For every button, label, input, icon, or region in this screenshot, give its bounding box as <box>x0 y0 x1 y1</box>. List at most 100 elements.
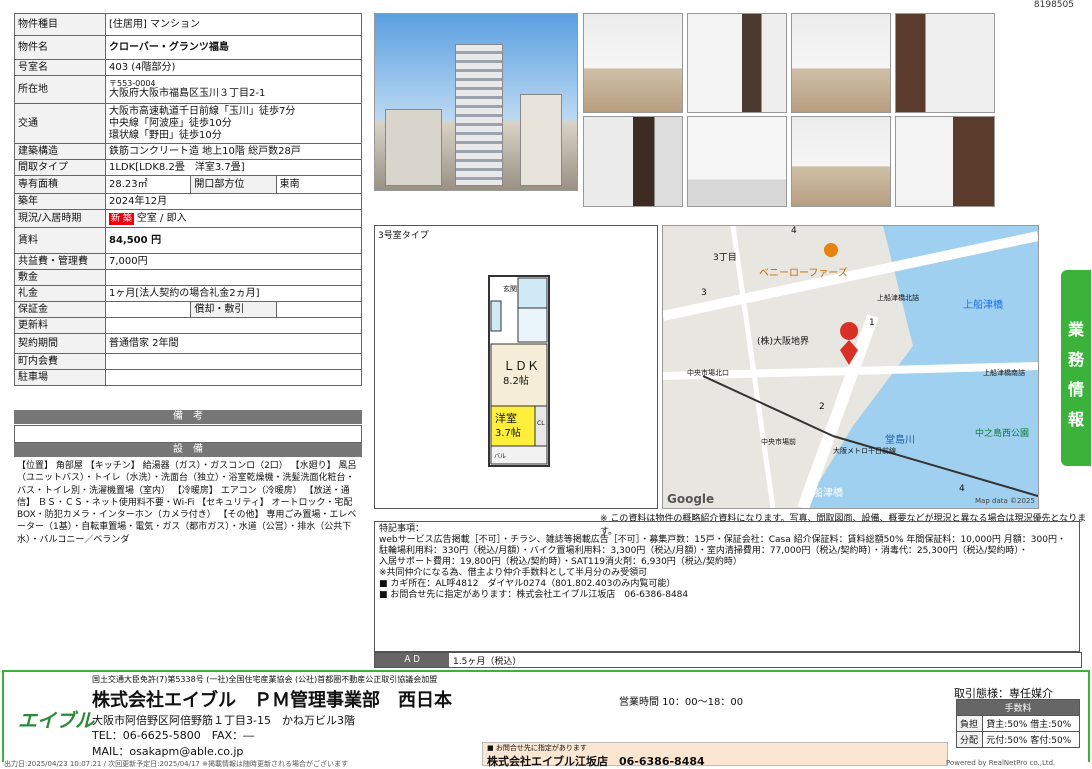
company-phone: TEL：06-6625-5800 FAX：― <box>92 729 255 742</box>
remarks-box <box>14 425 362 443</box>
contract-label: 契約期間 <box>14 333 106 354</box>
special-remarks: 特記事項： webサービス広告掲載［不可］・チラシ、雑誌等掲載広告［不可］・募集… <box>374 521 1080 652</box>
remarks-line: ■ お問合せ先に指定があります：株式会社エイブル江坂店 06-6386-8484 <box>379 590 689 600</box>
direction-value: 東南 <box>275 175 363 194</box>
amortization-value <box>275 301 363 318</box>
fee-label: 共益費・管理費 <box>14 253 106 270</box>
fee-row-value: 貸主:50% 借主:50% <box>982 715 1080 732</box>
type-value: [住居用] マンション <box>105 13 362 36</box>
room-value: 403 (4階部分) <box>105 59 362 76</box>
property-name: クローバー・グランツ福島 <box>105 35 362 60</box>
remarks-line: ■ カギ所在：AL呼4812 ダイヤル0274（801.802.403のみ内覧可… <box>379 579 676 589</box>
layout-value: 1LDK[LDK8.2畳 洋室3.7畳] <box>105 159 362 176</box>
area-value: 28.23㎡ <box>104 175 192 194</box>
room-photo <box>687 13 787 113</box>
transit-cell: 大阪市高速軌道千日前線「玉川」徒歩7分 中央線「阿波座」徒歩10分 環状線「野田… <box>105 103 362 144</box>
contact-box: ■ お問合せ先に指定があります 株式会社エイブル江坂店 06-6386-8484 <box>482 742 948 768</box>
association-fee-value <box>105 353 362 370</box>
fee-title: 手数料 <box>956 699 1080 716</box>
transit-line: 中央線「阿波座」徒歩10分 <box>109 117 232 129</box>
room-label: 号室名 <box>14 59 106 76</box>
closet-label: CL <box>537 420 545 427</box>
key-money-value: 1ヶ月[法人契約の場合礼金2ヵ月] <box>105 285 362 302</box>
transit-line: 大阪市高速軌道千日前線「玉川」徒歩7分 <box>109 105 296 117</box>
tab-char: 報 <box>1067 410 1084 429</box>
association-fee-label: 町内会費 <box>14 353 106 370</box>
map-block-number: 1 <box>869 318 875 328</box>
license-text: 国土交通大臣免許(7)第5338号 (一社)全国住宅産業協会 (公社)首都圏不動… <box>92 675 438 684</box>
genkan-label: 玄関 <box>503 285 517 293</box>
status-cell: 新 築空室 / 即入 <box>105 209 362 228</box>
floorplan-panel: 3号室タイプ 玄関 ＬＤＫ 8.2帖 洋室 3.7帖 CL バル <box>374 225 658 509</box>
remarks-line: webサービス広告掲載［不可］・チラシ、雑誌等掲載広告［不可］・募集戸数：15戸… <box>379 535 1066 545</box>
address-cell: 〒553-0004 大阪府大阪市福島区玉川３丁目2-1 <box>105 75 362 104</box>
rent-label: 賃料 <box>14 227 106 254</box>
parking-value <box>105 369 362 386</box>
google-logo: Google <box>667 492 715 506</box>
renewal-value <box>105 317 362 334</box>
toilet-washroom <box>517 307 548 343</box>
business-info-tab[interactable]: 業 務 情 報 <box>1061 270 1091 466</box>
layout-label: 間取タイプ <box>14 159 106 176</box>
map-label: ベニーローファーズ <box>759 268 848 279</box>
fee-value: 7,000円 <box>105 253 362 270</box>
neighbor-building <box>385 109 442 186</box>
ldk-size: 8.2帖 <box>503 376 529 387</box>
parking-label: 駐車場 <box>14 369 106 386</box>
kitchen-counter <box>490 300 502 332</box>
ad-label: ＡＤ <box>375 653 449 667</box>
built-label: 築年 <box>14 193 106 210</box>
room-photo <box>791 116 891 207</box>
map-label: 船津橋 <box>813 488 843 499</box>
built-value: 2024年12月 <box>105 193 362 210</box>
equipment-header: 設 備 <box>14 443 362 457</box>
map-block-number: 2 <box>819 402 825 412</box>
map-label: (株)大阪地界 <box>757 337 810 347</box>
address-value: 大阪府大阪市福島区玉川３丁目2-1 <box>109 88 266 99</box>
subway-line <box>702 375 834 437</box>
tab-char: 情 <box>1067 380 1084 399</box>
location-map[interactable]: 3丁目 ベニーローファーズ 上船津橋北詰 上船津橋 (株)大阪地界 中央市場北口… <box>662 225 1039 509</box>
company-address: 大阪市阿倍野区阿倍野筋１丁目3-15 かね万ビル3階 <box>92 714 355 727</box>
name-label: 物件名 <box>14 35 106 60</box>
contact-note: ■ お問合せ先に指定があります <box>487 744 587 752</box>
room-photo <box>583 116 683 207</box>
output-date: 出力日:2025/04/23 10:07:21 / 次回更新予定日:2025/0… <box>4 760 348 768</box>
room-photo <box>583 13 683 113</box>
map-label: 堂島川 <box>885 435 915 446</box>
remarks-title: 特記事項： <box>379 524 425 534</box>
status-label: 現況/入居時期 <box>14 209 106 228</box>
company-logo: エイブル <box>18 710 95 732</box>
contract-value: 普通借家 2年間 <box>105 333 362 354</box>
fee-table: 手数料 負担 貸主:50% 借主:50% 分配 元付:50% 客付:50% <box>955 699 1080 748</box>
map-label: 上船津橋 <box>963 300 1003 311</box>
remarks-header: 備 考 <box>14 410 362 424</box>
tab-char: 業 <box>1067 320 1084 339</box>
balcony-label: バル <box>494 453 507 460</box>
map-copyright: Map data ©2025 <box>975 497 1035 505</box>
guarantee-label: 保証金 <box>14 301 106 318</box>
kitchen-photo <box>791 13 891 113</box>
remarks-line: 駐輪場利用料：330円（税込/月額）・バイク置場利用料：3,300円（税込/月額… <box>379 546 1028 556</box>
business-hours: 営業時間 10：00～18：00 <box>619 697 744 708</box>
property-table: 物件種目 [住居用] マンション 物件名 クローバー・グランツ福島 号室名 40… <box>14 13 363 386</box>
map-label: 上船津橋南詰 <box>983 369 1025 377</box>
area-label: 専有面積 <box>14 175 106 194</box>
map-label: 上船津橋北詰 <box>877 294 919 302</box>
amortization-label: 償却・敷引 <box>190 301 277 318</box>
document-id: 8198505 <box>1033 0 1074 10</box>
building-photo <box>374 13 578 191</box>
remarks-line: 入居サポート費用：19,800円（税込/契約時）・SAT119消火剤：6,930… <box>379 557 742 567</box>
address-label: 所在地 <box>14 75 106 104</box>
restaurant-icon <box>824 243 838 257</box>
transit-line: 環状線「野田」徒歩10分 <box>109 129 222 141</box>
bathroom-photo <box>687 116 787 207</box>
map-block-number: 3 <box>701 288 707 298</box>
postal-code: 〒553-0004 <box>109 79 156 88</box>
map-block-number: 4 <box>791 226 797 236</box>
key-money-label: 礼金 <box>14 285 106 302</box>
company-email[interactable]: MAIL：osakapm@able.co.jp <box>92 743 243 759</box>
footer: 国土交通大臣免許(7)第5338号 (一社)全国住宅産業協会 (公社)首都圏不動… <box>2 670 1090 768</box>
fee-row-key: 分配 <box>955 731 984 748</box>
deposit-label: 敷金 <box>14 269 106 286</box>
